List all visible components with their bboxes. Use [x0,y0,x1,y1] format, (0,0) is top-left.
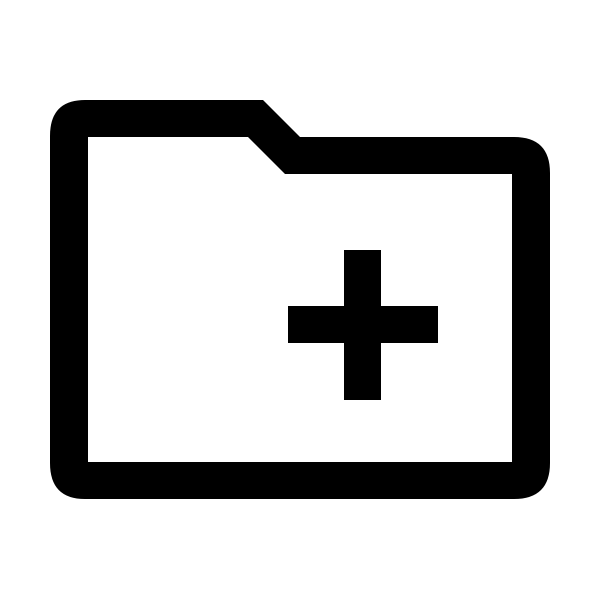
new-folder-icon [0,0,600,600]
icon-canvas [0,0,600,600]
plus-horizontal-bar [288,306,438,343]
new-folder-icon-svg [50,100,550,499]
folder-outline-icon [50,100,550,499]
